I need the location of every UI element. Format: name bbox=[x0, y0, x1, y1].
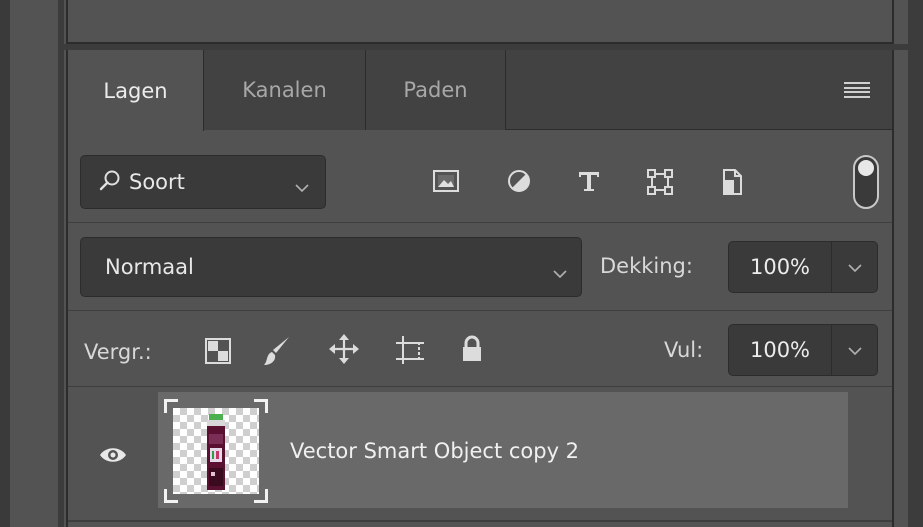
filter-kind-select[interactable]: Soort bbox=[80, 155, 326, 209]
smart-object-corner bbox=[164, 489, 178, 503]
filter-kind-label: Soort bbox=[129, 170, 185, 194]
chevron-down-icon bbox=[847, 341, 862, 360]
panel-tab-bar: Lagen Kanalen Paden bbox=[68, 50, 892, 131]
bottle-image bbox=[207, 414, 225, 490]
divider bbox=[68, 386, 892, 387]
right-dock-edge bbox=[908, 0, 923, 527]
smart-object-corner bbox=[164, 399, 178, 413]
eye-icon[interactable] bbox=[98, 445, 128, 469]
divider bbox=[68, 520, 892, 522]
tab-paths[interactable]: Paden bbox=[366, 50, 506, 130]
blend-mode-select[interactable]: Normaal bbox=[80, 237, 582, 297]
thumbnail-transparency-grid bbox=[173, 408, 259, 494]
panel-menu-icon[interactable] bbox=[844, 82, 870, 98]
toggle-knob bbox=[858, 160, 874, 176]
search-icon bbox=[99, 169, 121, 196]
lock-position-icon[interactable] bbox=[328, 333, 360, 369]
lock-transparent-pixels-icon[interactable] bbox=[204, 337, 232, 369]
divider bbox=[68, 222, 892, 223]
chevron-down-icon bbox=[847, 258, 862, 277]
opacity-dropdown-button[interactable] bbox=[832, 241, 878, 293]
tab-channels[interactable]: Kanalen bbox=[204, 50, 366, 130]
lock-all-icon[interactable] bbox=[460, 334, 484, 368]
upper-panel bbox=[66, 0, 894, 44]
filter-toggle[interactable] bbox=[853, 155, 879, 209]
image-layer-filter-icon[interactable] bbox=[432, 168, 460, 198]
lock-image-pixels-icon[interactable] bbox=[262, 335, 292, 371]
fill-dropdown-button[interactable] bbox=[832, 324, 878, 376]
smart-object-corner bbox=[254, 399, 268, 413]
left-dock-edge bbox=[0, 0, 10, 527]
adjustment-layer-filter-icon[interactable] bbox=[506, 168, 532, 198]
opacity-label: Dekking: bbox=[600, 254, 693, 278]
smart-object-corner bbox=[254, 489, 268, 503]
tab-layers[interactable]: Lagen bbox=[68, 50, 204, 131]
text-layer-filter-icon[interactable] bbox=[576, 168, 602, 198]
divider bbox=[68, 310, 892, 311]
lock-artboard-icon[interactable] bbox=[394, 334, 426, 370]
shape-layer-filter-icon[interactable] bbox=[646, 168, 674, 200]
tools-column bbox=[10, 0, 58, 527]
fill-input[interactable]: 100% bbox=[728, 324, 832, 376]
layer-thumbnail[interactable] bbox=[164, 399, 268, 503]
photoshop-window: Lagen Kanalen Paden Soort Normaal Dekkin… bbox=[0, 0, 923, 527]
smart-object-filter-icon[interactable] bbox=[720, 168, 744, 200]
dock-divider[interactable] bbox=[58, 0, 64, 527]
fill-label: Vul: bbox=[664, 338, 704, 362]
chevron-down-icon bbox=[553, 260, 567, 284]
blend-mode-value: Normaal bbox=[105, 255, 194, 279]
chevron-down-icon bbox=[295, 174, 309, 198]
layers-panel: Lagen Kanalen Paden Soort Normaal Dekkin… bbox=[66, 50, 894, 527]
layer-name[interactable]: Vector Smart Object copy 2 bbox=[290, 439, 579, 463]
lock-label: Vergr.: bbox=[84, 340, 152, 364]
opacity-input[interactable]: 100% bbox=[728, 241, 832, 293]
